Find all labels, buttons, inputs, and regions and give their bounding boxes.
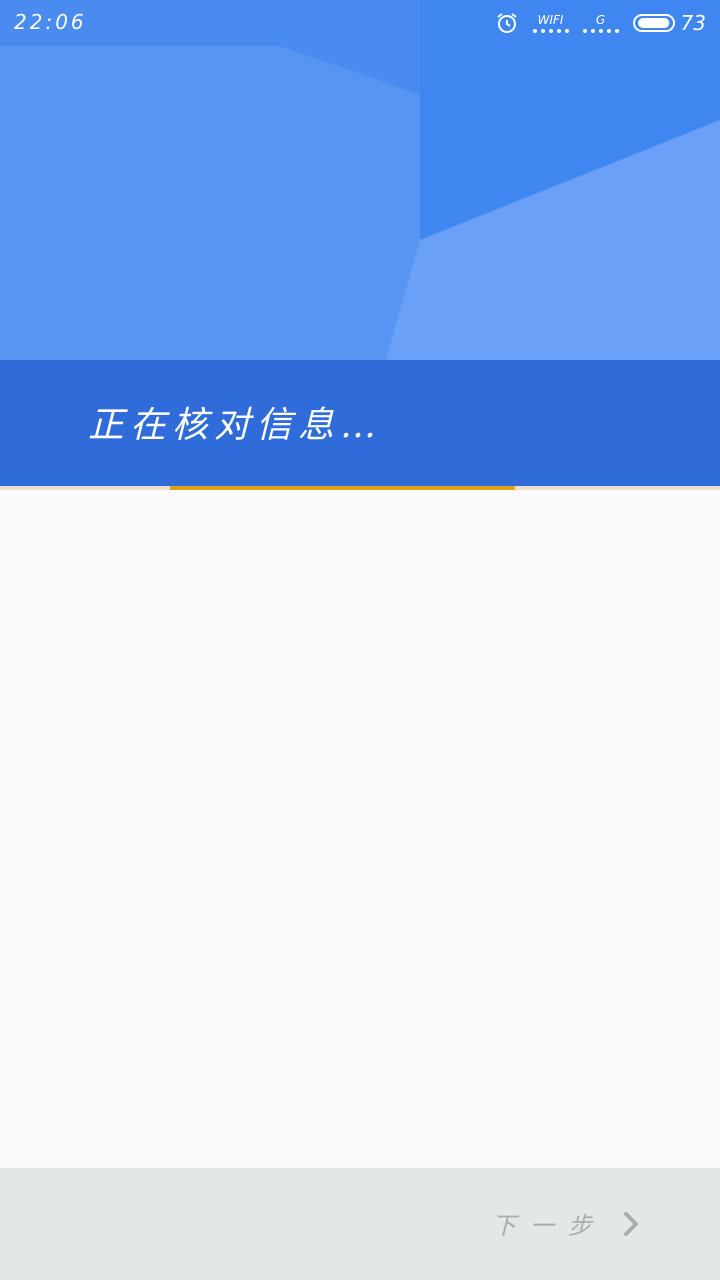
battery-level: 73 xyxy=(680,11,706,35)
status-icons: WIFI G 73 xyxy=(495,8,706,38)
footer-bar: 下一步 xyxy=(0,1168,720,1280)
content-area xyxy=(0,490,720,1168)
wifi-label: WIFI xyxy=(537,12,564,27)
chevron-right-icon xyxy=(622,1211,640,1237)
banner-message: 正在核对信息… xyxy=(88,405,383,446)
status-bar: 22:06 WIFI G 73 xyxy=(0,0,720,46)
wifi-icon: WIFI xyxy=(532,12,569,33)
next-step-label: 下一步 xyxy=(492,1212,606,1240)
battery-indicator: 73 xyxy=(632,11,706,35)
hero-header xyxy=(0,0,720,360)
battery-icon xyxy=(632,13,677,33)
next-step-button[interactable]: 下一步 xyxy=(492,1206,640,1241)
alarm-icon xyxy=(495,11,519,35)
screen: 22:06 WIFI G 73 正在核对信息… 下一步 xyxy=(0,0,720,1280)
status-banner: 正在核对信息… xyxy=(0,360,720,486)
cell-signal-icon: G xyxy=(582,12,619,33)
cell-label: G xyxy=(595,12,606,27)
status-time: 22:06 xyxy=(14,10,87,34)
